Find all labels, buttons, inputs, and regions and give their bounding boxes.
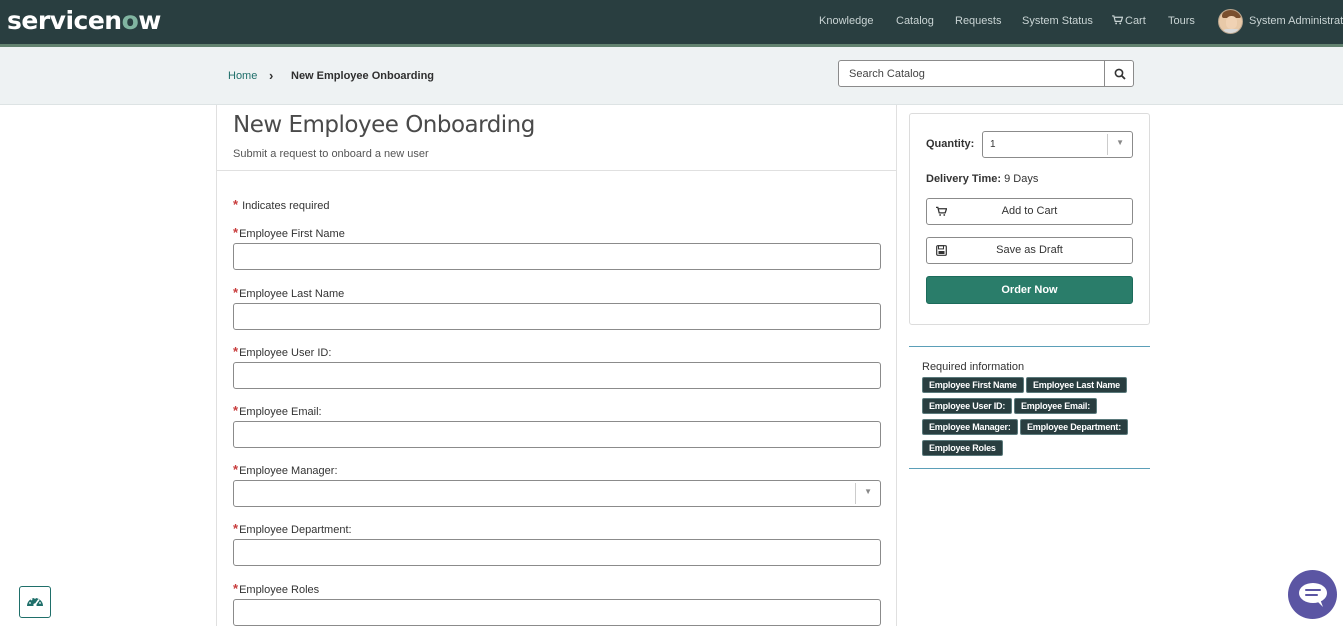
field-label-email: *Employee Email: (233, 403, 322, 418)
required-tag-first-name[interactable]: Employee First Name (922, 377, 1024, 393)
roles-input[interactable] (233, 599, 881, 626)
delivery-time: Delivery Time: 9 Days (926, 173, 1039, 185)
field-label-roles: *Employee Roles (233, 581, 320, 596)
quantity-select[interactable]: 1 ▼ (982, 131, 1133, 158)
nav-knowledge[interactable]: Knowledge (819, 15, 873, 27)
save-as-draft-button[interactable]: Save as Draft (926, 237, 1133, 264)
save-as-draft-label: Save as Draft (996, 244, 1063, 256)
page-title: New Employee Onboarding (233, 112, 535, 138)
floppy-disk-icon (936, 245, 947, 256)
user-id-input[interactable] (233, 362, 881, 389)
nav-requests[interactable]: Requests (955, 15, 1001, 27)
caret-down-icon: ▼ (864, 487, 872, 496)
field-label-manager: *Employee Manager: (233, 462, 338, 477)
speedometer-icon (27, 597, 43, 607)
required-asterisk-icon: * (233, 521, 239, 536)
page-subtitle: Submit a request to onboard a new user (233, 148, 429, 160)
quantity-label: Quantity: (926, 138, 975, 150)
required-information-title: Required information (922, 361, 1025, 373)
field-label-last-name: *Employee Last Name (233, 285, 345, 300)
field-label-user-id: *Employee User ID: (233, 344, 332, 359)
required-tag-roles[interactable]: Employee Roles (922, 440, 1003, 456)
field-label-department: *Employee Department: (233, 521, 352, 536)
nav-system-status[interactable]: System Status (1022, 15, 1093, 27)
cart-icon (936, 206, 947, 216)
email-input[interactable] (233, 421, 881, 448)
caret-down-icon: ▼ (1116, 138, 1124, 147)
search-button[interactable] (1104, 60, 1134, 87)
chat-bubble-icon (1299, 583, 1327, 607)
required-information-panel: Required information Employee First Name… (909, 346, 1150, 469)
field-label-first-name: *Employee First Name (233, 225, 345, 240)
servicenow-logo[interactable]: servicenow (7, 6, 161, 35)
required-tag-manager[interactable]: Employee Manager: (922, 419, 1018, 435)
required-asterisk-icon: * (233, 344, 239, 359)
quantity-value: 1 (990, 139, 996, 150)
top-navbar: servicenow Knowledge Catalog Requests Sy… (0, 0, 1343, 44)
required-legend: * Indicates required (233, 197, 330, 212)
required-tag-email[interactable]: Employee Email: (1014, 398, 1098, 414)
first-name-input[interactable] (233, 243, 881, 270)
breadcrumb-home[interactable]: Home (228, 70, 257, 82)
required-tag-last-name[interactable]: Employee Last Name (1026, 377, 1127, 393)
required-asterisk-icon: * (233, 403, 239, 418)
required-asterisk-icon: * (233, 462, 239, 477)
cart-icon (1112, 15, 1123, 25)
required-asterisk-icon: * (233, 581, 239, 596)
add-to-cart-label: Add to Cart (1001, 205, 1058, 217)
catalog-item-form: New Employee Onboarding Submit a request… (216, 105, 897, 626)
virtual-agent-chat-button[interactable] (1288, 570, 1337, 619)
form-divider (217, 170, 896, 171)
required-asterisk-icon: * (233, 285, 239, 300)
user-avatar[interactable] (1218, 9, 1243, 34)
nav-cart-label: Cart (1125, 15, 1146, 27)
required-tag-department[interactable]: Employee Department: (1020, 419, 1129, 435)
nav-catalog[interactable]: Catalog (896, 15, 934, 27)
chevron-right-icon: › (269, 68, 274, 83)
search-catalog-input[interactable] (838, 60, 1105, 87)
required-asterisk-icon: * (233, 197, 239, 212)
department-input[interactable] (233, 539, 881, 566)
search-icon (1114, 68, 1126, 80)
user-name[interactable]: System Administrator (1249, 15, 1343, 27)
dashboard-button[interactable] (19, 586, 51, 618)
breadcrumb-current: New Employee Onboarding (291, 70, 435, 82)
required-tag-user-id[interactable]: Employee User ID: (922, 398, 1013, 414)
nav-cart[interactable]: Cart (1112, 15, 1146, 27)
add-to-cart-button[interactable]: Add to Cart (926, 198, 1133, 225)
order-panel: Quantity: 1 ▼ Delivery Time: 9 Days Add … (909, 113, 1150, 325)
manager-select[interactable]: ▼ (233, 480, 881, 507)
nav-tours[interactable]: Tours (1168, 15, 1195, 27)
last-name-input[interactable] (233, 303, 881, 330)
required-asterisk-icon: * (233, 225, 239, 240)
breadcrumb-bar: Home › New Employee Onboarding (0, 47, 1343, 105)
order-now-button[interactable]: Order Now (926, 276, 1133, 304)
